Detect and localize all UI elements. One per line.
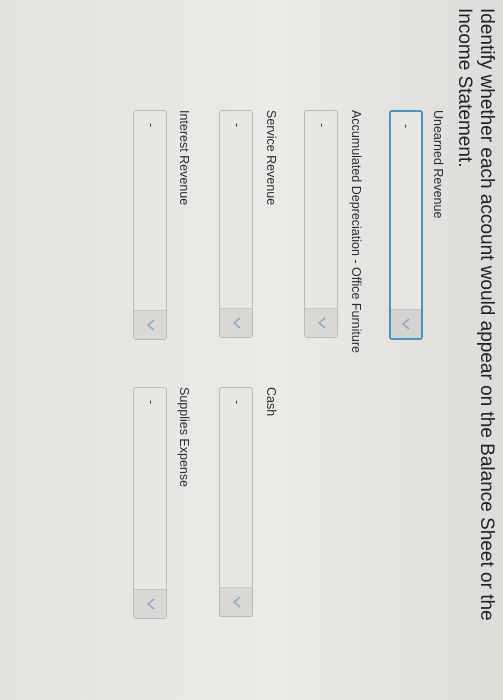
select-supplies-expense[interactable]: - [133,387,167,619]
label-supplies-expense: Supplies Expense [177,387,191,488]
dropdown-arrow-button[interactable] [391,309,421,338]
dropdown-arrow-button[interactable] [134,589,166,618]
select-value: - [144,400,159,405]
dropdown-arrow-button[interactable] [220,308,252,337]
select-cash[interactable]: - [219,387,253,617]
label-cash: Cash [264,387,278,417]
label-unearned-revenue: Unearned Revenue [431,110,445,219]
select-value: - [399,124,414,129]
label-service-revenue: Service Revenue [264,110,278,206]
dropdown-arrow-button[interactable] [134,310,166,339]
chevron-down-icon [146,598,155,610]
select-interest-revenue[interactable]: - [133,110,167,340]
select-unearned-revenue[interactable]: - [389,110,423,340]
dropdown-arrow-button[interactable] [305,308,337,337]
select-value: - [230,123,245,128]
select-accumulated-depreciation[interactable]: - [304,110,338,338]
select-value: - [144,123,159,128]
label-interest-revenue: Interest Revenue [177,110,191,206]
dropdown-arrow-button[interactable] [220,587,252,616]
select-service-revenue[interactable]: - [219,110,253,338]
chevron-down-icon [232,317,241,329]
label-accumulated-depreciation: Accumulated Depreciation - Office Furnit… [349,110,363,353]
screen: Identify whether each account would appe… [0,0,503,700]
chevron-down-icon [401,318,410,330]
chevron-down-icon [232,596,241,608]
select-value: - [230,400,245,405]
select-value: - [315,123,330,128]
chevron-down-icon [317,317,326,329]
chevron-down-icon [146,319,155,331]
question-text: Identify whether each account would appe… [454,8,497,621]
